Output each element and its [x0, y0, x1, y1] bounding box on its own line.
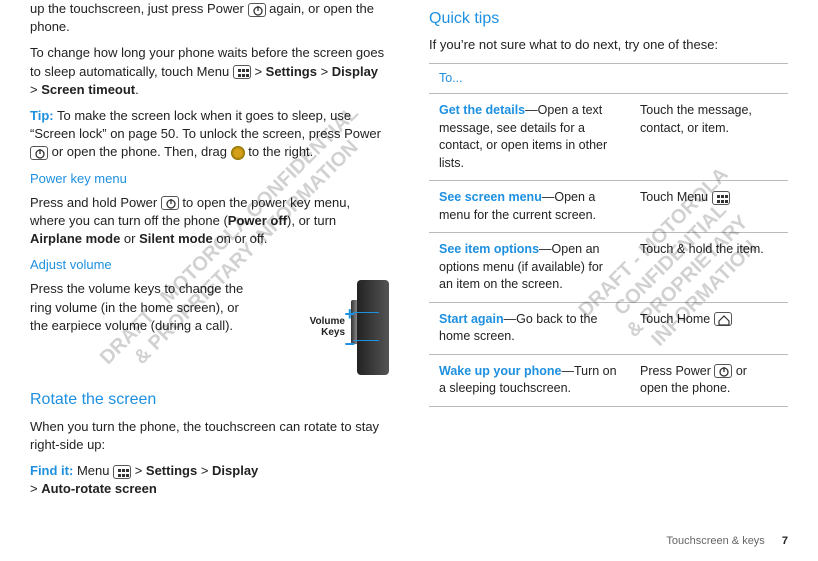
home-icon	[714, 312, 732, 326]
tip-label: Tip:	[30, 108, 54, 123]
row-desc: See screen menu—Open a menu for the curr…	[429, 181, 630, 233]
text: up the touchscreen, just press Power	[30, 1, 248, 16]
power-off-label: Power off	[228, 213, 287, 228]
table-row: Start again—Go back to the home screen. …	[429, 302, 788, 354]
text: ), or turn	[287, 213, 336, 228]
row-action: Press Power or open the phone.	[630, 354, 788, 406]
footer-section: Touchscreen & keys	[666, 535, 764, 547]
findit-label: Find it:	[30, 463, 73, 478]
page-footer: Touchscreen & keys 7	[666, 534, 788, 549]
settings-label: Settings	[146, 463, 197, 478]
left-column: up the touchscreen, just press Power aga…	[30, 0, 389, 507]
row-action: Touch the message, contact, or item.	[630, 94, 788, 181]
menu-icon	[113, 465, 131, 479]
power-icon	[248, 3, 266, 17]
row-action: Touch & hold the item.	[630, 233, 788, 303]
para-findit: Find it: Menu > Settings > Display > Aut…	[30, 462, 389, 498]
settings-label: Settings	[266, 64, 317, 79]
text: >	[30, 82, 41, 97]
menu-icon	[233, 65, 251, 79]
text: >	[131, 463, 146, 478]
heading-power-menu: Power key menu	[30, 170, 389, 188]
volume-plus-icon: +	[344, 302, 355, 327]
airplane-label: Airplane mode	[30, 231, 120, 246]
heading-volume: Adjust volume	[30, 256, 389, 274]
power-icon	[161, 196, 179, 210]
row-head: Start again	[439, 312, 504, 326]
para-timeout: To change how long your phone waits befo…	[30, 44, 389, 99]
text: to the right.	[245, 144, 314, 159]
table-row: See screen menu—Open a menu for the curr…	[429, 181, 788, 233]
table-row: Get the details—Open a text message, see…	[429, 94, 788, 181]
silent-label: Silent mode	[139, 231, 213, 246]
power-icon	[714, 364, 732, 378]
row-desc: Get the details—Open a text message, see…	[429, 94, 630, 181]
text: >	[197, 463, 212, 478]
heading-rotate: Rotate the screen	[30, 389, 389, 411]
display-label: Display	[332, 64, 378, 79]
quick-tips-intro: If you’re not sure what to do next, try …	[429, 36, 788, 54]
row-head: Wake up your phone	[439, 364, 561, 378]
autorotate-label: Auto-rotate screen	[41, 481, 157, 496]
display-label: Display	[212, 463, 258, 478]
right-column: Quick tips If you’re not sure what to do…	[429, 0, 788, 507]
quick-tips-table: To... Get the details—Open a text messag…	[429, 63, 788, 407]
text: >	[30, 481, 41, 496]
text: or	[120, 231, 139, 246]
text: Touch Menu	[640, 190, 712, 204]
row-desc: Start again—Go back to the home screen.	[429, 302, 630, 354]
power-icon	[30, 146, 48, 160]
text: >	[317, 64, 332, 79]
text: Touch Home	[640, 312, 714, 326]
text: Menu	[73, 463, 113, 478]
row-action: Touch Home	[630, 302, 788, 354]
text: on or off.	[213, 231, 268, 246]
row-action: Touch Menu	[630, 181, 788, 233]
volume-figure: Volume Keys + −	[254, 280, 389, 375]
table-header: To...	[429, 63, 788, 94]
text: Press and hold Power	[30, 195, 161, 210]
text: To make the screen lock when it goes to …	[30, 108, 381, 141]
callout-line	[353, 340, 379, 341]
row-head: See screen menu	[439, 190, 542, 204]
para-tip: Tip: To make the screen lock when it goe…	[30, 107, 389, 162]
row-desc: See item options—Open an options menu (i…	[429, 233, 630, 303]
heading-quick-tips: Quick tips	[429, 8, 788, 30]
page-number: 7	[782, 535, 788, 547]
table-row: Wake up your phone—Turn on a sleeping to…	[429, 354, 788, 406]
callout-line	[353, 312, 379, 313]
phone-side-graphic	[357, 280, 389, 375]
lock-icon	[231, 146, 245, 160]
row-desc: Wake up your phone—Turn on a sleeping to…	[429, 354, 630, 406]
para-power-menu: Press and hold Power to open the power k…	[30, 194, 389, 249]
text: >	[251, 64, 266, 79]
row-head: See item options	[439, 242, 539, 256]
volume-keys-label: Volume Keys	[310, 316, 345, 338]
para-power-wake: up the touchscreen, just press Power aga…	[30, 0, 389, 36]
table-header-row: To...	[429, 63, 788, 94]
timeout-label: Screen timeout	[41, 82, 135, 97]
text: .	[135, 82, 139, 97]
text: Press Power	[640, 364, 714, 378]
row-head: Get the details	[439, 103, 525, 117]
volume-minus-icon: −	[344, 332, 355, 357]
table-row: See item options—Open an options menu (i…	[429, 233, 788, 303]
para-rotate: When you turn the phone, the touchscreen…	[30, 418, 389, 454]
text: or open the phone. Then, drag	[48, 144, 231, 159]
menu-icon	[712, 191, 730, 205]
